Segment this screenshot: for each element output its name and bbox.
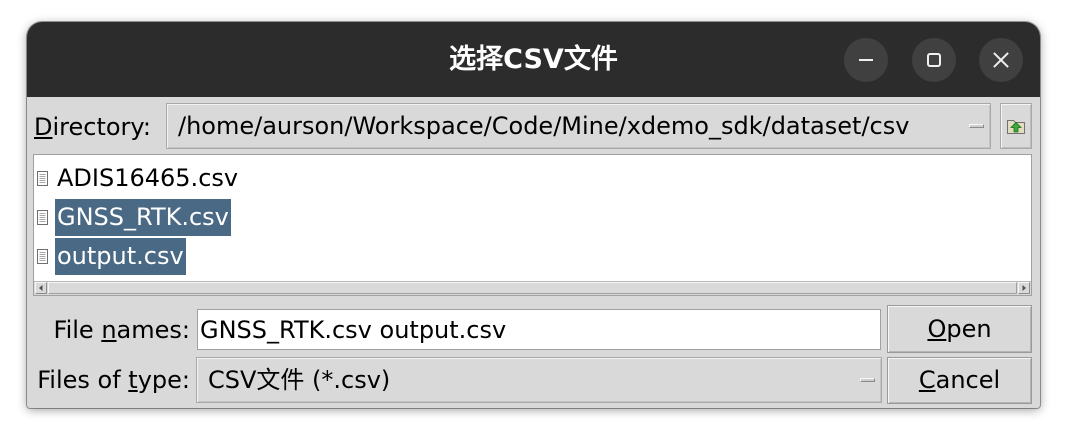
file-name: output.csv [55, 238, 186, 275]
maximize-button[interactable] [912, 38, 956, 82]
open-button[interactable]: Open [887, 305, 1032, 353]
open-button-label: Open [927, 315, 992, 343]
scroll-left-button[interactable] [35, 282, 47, 294]
folder-up-icon [1007, 120, 1025, 134]
scrollbar-thumb[interactable] [48, 282, 1017, 294]
list-item[interactable]: ADIS16465.csv [34, 160, 1031, 197]
minimize-button[interactable] [844, 38, 888, 82]
mnemonic-underline: O [927, 315, 947, 343]
scroll-left-icon [39, 285, 43, 291]
file-icon [37, 249, 48, 264]
close-button[interactable] [979, 38, 1023, 82]
mnemonic-underline: D [34, 113, 53, 141]
horizontal-scrollbar[interactable] [34, 281, 1031, 295]
list-item[interactable]: output.csv [34, 238, 1031, 275]
mnemonic-underline: t [128, 366, 138, 394]
file-dialog-window: 选择CSV文件 Directory: /home/aurson/Workspac… [27, 22, 1040, 408]
directory-label: Directory: [34, 113, 151, 141]
file-names-input[interactable] [197, 309, 881, 350]
file-type-value: CSV文件 (*.csv) [208, 366, 391, 394]
dropdown-indicator-icon[interactable] [969, 124, 984, 128]
maximize-icon [927, 53, 941, 67]
cancel-button-label: Cancel [918, 366, 1001, 394]
minimize-icon [859, 59, 873, 61]
cancel-button[interactable]: Cancel [887, 357, 1032, 404]
file-name: ADIS16465.csv [57, 164, 239, 192]
directory-combobox[interactable]: /home/aurson/Workspace/Code/Mine/xdemo_s… [166, 103, 991, 149]
dropdown-indicator-icon[interactable] [860, 378, 875, 382]
file-name: GNSS_RTK.csv [55, 199, 231, 236]
file-type-combobox[interactable]: CSV文件 (*.csv) [196, 357, 882, 403]
mnemonic-underline: n [101, 316, 117, 344]
file-icon [37, 210, 48, 225]
close-icon [992, 51, 1010, 69]
file-type-label: Files of type: [37, 366, 190, 394]
parent-directory-button[interactable] [1000, 103, 1032, 149]
title-bar: 选择CSV文件 [27, 22, 1040, 97]
scroll-right-icon [1022, 285, 1026, 291]
window-title: 选择CSV文件 [449, 44, 618, 75]
file-list[interactable]: ADIS16465.csv GNSS_RTK.csv output.csv [33, 154, 1032, 296]
mnemonic-underline: C [918, 366, 936, 394]
file-names-label: File names: [53, 316, 190, 344]
list-item[interactable]: GNSS_RTK.csv [34, 199, 1031, 236]
file-icon [37, 171, 48, 186]
directory-path: /home/aurson/Workspace/Code/Mine/xdemo_s… [178, 112, 910, 140]
scroll-right-button[interactable] [1018, 282, 1030, 294]
